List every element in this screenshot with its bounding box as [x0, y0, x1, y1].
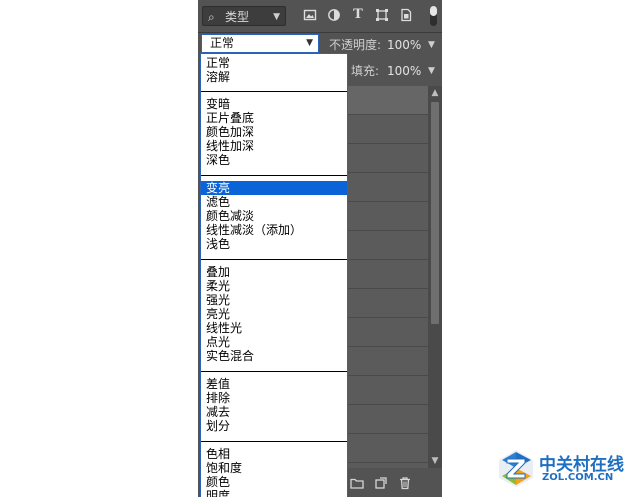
blend-option[interactable]: 亮光: [201, 307, 347, 321]
blend-option[interactable]: 浅色: [201, 237, 347, 251]
blend-option[interactable]: 滤色: [201, 195, 347, 209]
menu-divider: [201, 259, 347, 260]
layer-row-divider: [346, 259, 428, 260]
layer-filter-bar: ⌕ 类型 ▼ T: [198, 0, 442, 33]
blend-group-component: 色相 饱和度 颜色 明度: [201, 447, 347, 497]
blend-option[interactable]: 色相: [201, 447, 347, 461]
blend-option[interactable]: 深色: [201, 153, 347, 167]
blend-mode-value: 正常: [210, 36, 235, 50]
trash-icon[interactable]: [398, 476, 412, 490]
blend-option[interactable]: 明度: [201, 489, 347, 497]
layer-row-divider: [346, 288, 428, 289]
chevron-down-icon[interactable]: ▼: [428, 63, 435, 79]
menu-divider: [201, 175, 347, 176]
layer-row-divider: [346, 172, 428, 173]
blend-option[interactable]: 强光: [201, 293, 347, 307]
blend-option[interactable]: 线性加深: [201, 139, 347, 153]
blend-group-contrast: 叠加 柔光 强光 亮光 线性光 点光 实色混合: [201, 265, 347, 363]
layer-row-highlight: [346, 86, 428, 114]
search-icon: ⌕: [208, 10, 215, 24]
smart-object-filter-icon[interactable]: [399, 8, 413, 22]
blend-group-lighten: 变亮 滤色 颜色减淡 线性减淡（添加） 浅色: [201, 181, 347, 251]
layer-row-divider: [346, 404, 428, 405]
filter-toggle-switch[interactable]: [430, 6, 437, 26]
chevron-down-icon: ▼: [273, 12, 280, 22]
adjustment-filter-icon[interactable]: [327, 8, 341, 22]
scrollbar-thumb[interactable]: [431, 102, 439, 324]
type-filter-icon[interactable]: T: [351, 8, 365, 22]
layer-row-divider: [346, 114, 428, 115]
layer-row-divider: [346, 201, 428, 202]
layer-row-divider: [346, 375, 428, 376]
layer-row-divider: [346, 317, 428, 318]
blend-option[interactable]: 点光: [201, 335, 347, 349]
blend-option-selected[interactable]: 变亮: [201, 181, 347, 195]
layer-kind-select[interactable]: ⌕ 类型 ▼: [202, 6, 286, 26]
blend-option[interactable]: 差值: [201, 377, 347, 391]
blend-option[interactable]: 线性光: [201, 321, 347, 335]
blend-option[interactable]: 正片叠底: [201, 111, 347, 125]
fill-label: 填充:: [351, 64, 380, 78]
menu-divider: [201, 371, 347, 372]
layer-row-divider: [346, 143, 428, 144]
zol-logo-icon: [499, 450, 533, 487]
blend-option[interactable]: 颜色减淡: [201, 209, 347, 223]
blend-option[interactable]: 减去: [201, 405, 347, 419]
watermark-domain: ZOL.COM.CN: [542, 472, 614, 483]
opacity-value[interactable]: 100%: [387, 37, 421, 53]
chevron-down-icon: ▼: [306, 38, 313, 48]
layers-list: [346, 86, 428, 468]
blend-option[interactable]: 颜色: [201, 475, 347, 489]
blend-option[interactable]: 变暗: [201, 97, 347, 111]
fill-value[interactable]: 100%: [387, 63, 421, 79]
shape-filter-icon[interactable]: [375, 8, 389, 22]
image-filter-icon[interactable]: [303, 8, 317, 22]
blend-option[interactable]: 颜色加深: [201, 125, 347, 139]
blend-option[interactable]: 溶解: [201, 70, 347, 84]
blend-option[interactable]: 叠加: [201, 265, 347, 279]
blend-mode-select[interactable]: 正常 ▼: [201, 34, 319, 53]
blend-mode-dropdown: 正常 溶解 变暗 正片叠底 颜色加深 线性加深 深色 变亮 滤色 颜色减淡 线性…: [200, 53, 348, 497]
layer-kind-label: 类型: [225, 10, 250, 24]
blend-group-normal: 正常 溶解: [201, 56, 347, 84]
layers-bottom-bar: [346, 470, 442, 497]
menu-divider: [201, 441, 347, 442]
layers-scrollbar[interactable]: ▲ ▼: [428, 86, 442, 468]
scroll-down-icon[interactable]: ▼: [428, 454, 442, 468]
menu-divider: [201, 91, 347, 92]
opacity-label: 不透明度:: [329, 38, 382, 52]
chevron-down-icon[interactable]: ▼: [428, 37, 435, 53]
new-layer-icon[interactable]: [374, 476, 388, 490]
zol-watermark: 中关村在线 ZOL.COM.CN: [496, 448, 638, 494]
layer-row-divider: [346, 230, 428, 231]
blend-option[interactable]: 实色混合: [201, 349, 347, 363]
blend-group-darken: 变暗 正片叠底 颜色加深 线性加深 深色: [201, 97, 347, 167]
folder-icon[interactable]: [350, 476, 364, 490]
blend-option[interactable]: 排除: [201, 391, 347, 405]
layer-row-divider: [346, 346, 428, 347]
scroll-up-icon[interactable]: ▲: [428, 86, 442, 100]
blend-option[interactable]: 饱和度: [201, 461, 347, 475]
blend-option[interactable]: 柔光: [201, 279, 347, 293]
blend-option[interactable]: 划分: [201, 419, 347, 433]
blend-group-comparative: 差值 排除 减去 划分: [201, 377, 347, 433]
blend-option[interactable]: 正常: [201, 56, 347, 70]
layer-row-divider: [346, 462, 428, 463]
blend-option[interactable]: 线性减淡（添加）: [201, 223, 347, 237]
layer-row-divider: [346, 433, 428, 434]
